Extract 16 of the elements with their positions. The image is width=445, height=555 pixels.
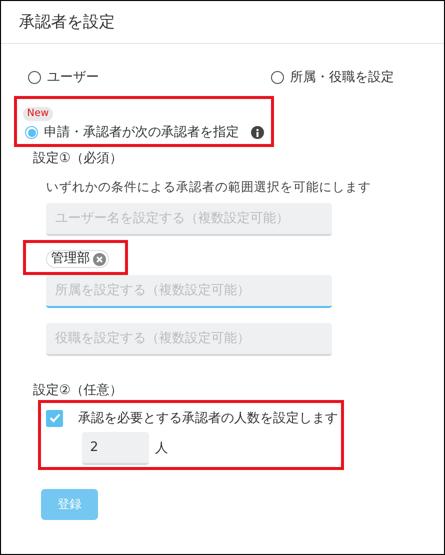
checkbox[interactable] bbox=[46, 410, 63, 427]
checkbox-label: 承認を必要とする承認者の人数を設定します bbox=[78, 410, 338, 428]
info-icon[interactable] bbox=[251, 126, 264, 140]
remove-icon[interactable] bbox=[93, 252, 106, 266]
check-icon bbox=[48, 413, 60, 424]
radio-option[interactable]: ユーザー bbox=[28, 68, 99, 88]
section-heading: 設定①（必須） bbox=[33, 150, 123, 168]
section-heading: 設定②（任意） bbox=[33, 382, 123, 400]
number-field[interactable]: 2 bbox=[82, 432, 149, 465]
radio-option[interactable]: 所属・役職を設定 bbox=[271, 68, 394, 88]
unit-label: 人 bbox=[155, 440, 168, 458]
description-text: いずれかの条件による承認者の範囲選択を可能にします bbox=[46, 178, 371, 196]
new-badge: New bbox=[23, 106, 53, 120]
dialog-title: 承認者を設定 bbox=[19, 11, 115, 33]
tag-chip[interactable]: 管理部 bbox=[46, 250, 109, 268]
radio-option[interactable]: 申請・承認者が次の承認者を指定 bbox=[25, 123, 239, 142]
